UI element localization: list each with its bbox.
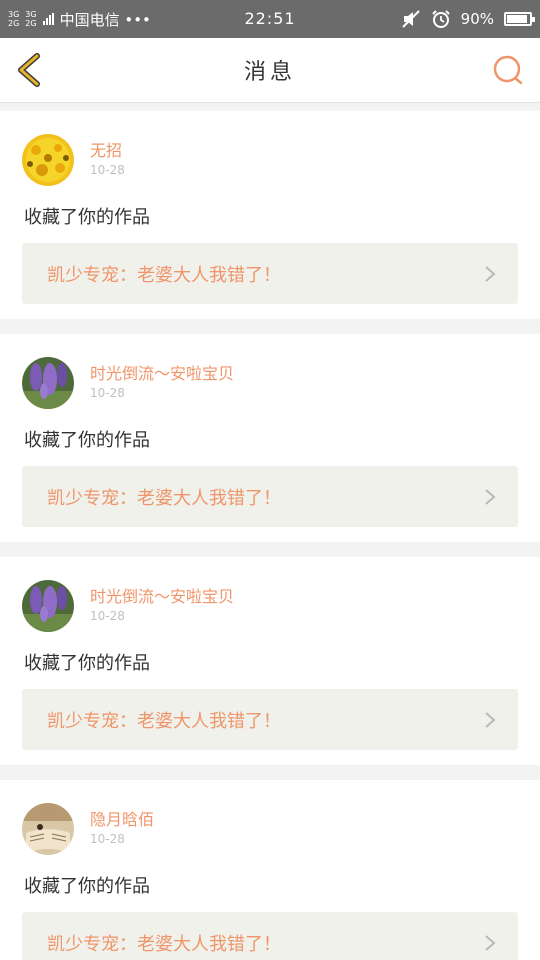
message-card[interactable]: 无招 10-28 收藏了你的作品 凯少专宠：老婆大人我错了！	[0, 111, 540, 319]
message-card[interactable]: 时光倒流～安啦宝贝 10-28 收藏了你的作品 凯少专宠：老婆大人我错了！	[0, 334, 540, 542]
search-icon	[493, 55, 523, 85]
message-card[interactable]: 隐月晗佰 10-28 收藏了你的作品 凯少专宠：老婆大人我错了！	[0, 780, 540, 960]
avatar[interactable]	[22, 803, 74, 855]
message-date: 10-28	[90, 163, 125, 177]
battery-percent: 90%	[460, 10, 494, 28]
action-text: 收藏了你的作品	[24, 876, 150, 897]
message-date: 10-28	[90, 386, 125, 400]
work-link[interactable]: 凯少专宠：老婆大人我错了！	[22, 912, 518, 960]
status-bar: 3G 2G 3G 2G 中国电信 ••• 22:51 90%	[0, 0, 540, 38]
message-date: 10-28	[90, 609, 125, 623]
mute-icon	[401, 10, 420, 28]
nav-bar: 消息	[0, 38, 540, 103]
action-text: 收藏了你的作品	[24, 653, 150, 674]
work-title: 凯少专宠：老婆大人我错了！	[47, 487, 281, 509]
alarm-icon	[431, 10, 450, 28]
network-type-bottom-2: 2G	[25, 19, 37, 28]
work-title: 凯少专宠：老婆大人我错了！	[47, 710, 281, 732]
work-link[interactable]: 凯少专宠：老婆大人我错了！	[22, 689, 518, 750]
lavender-avatar-icon	[22, 357, 74, 409]
work-title: 凯少专宠：老婆大人我错了！	[47, 933, 281, 955]
username[interactable]: 隐月晗佰	[90, 806, 154, 830]
search-button[interactable]	[490, 52, 526, 88]
back-arrow-icon	[18, 53, 40, 87]
message-date: 10-28	[90, 832, 125, 846]
avatar[interactable]	[22, 580, 74, 632]
username[interactable]: 时光倒流～安啦宝贝	[90, 583, 234, 607]
action-text: 收藏了你的作品	[24, 430, 150, 451]
network-type-bottom: 2G	[8, 19, 20, 28]
network-type-top-2: 3G	[25, 10, 37, 19]
page-title: 消息	[243, 60, 296, 85]
battery-icon	[504, 12, 535, 26]
network-indicator-2: 3G 2G	[25, 10, 36, 28]
action-text: 收藏了你的作品	[24, 207, 150, 228]
lavender-avatar-icon	[22, 580, 74, 632]
username[interactable]: 时光倒流～安啦宝贝	[90, 360, 234, 384]
message-list: 无招 10-28 收藏了你的作品 凯少专宠：老婆大人我错了！ 时光倒流～安啦宝贝…	[0, 111, 540, 960]
message-card[interactable]: 时光倒流～安啦宝贝 10-28 收藏了你的作品 凯少专宠：老婆大人我错了！	[0, 557, 540, 765]
chevron-right-icon	[485, 712, 496, 728]
network-type-top: 3G	[8, 10, 20, 19]
avatar[interactable]	[22, 134, 74, 186]
chevron-right-icon	[485, 266, 496, 282]
carrier-label: 中国电信 •••	[59, 10, 151, 29]
work-link[interactable]: 凯少专宠：老婆大人我错了！	[22, 466, 518, 527]
chevron-right-icon	[485, 935, 496, 951]
signal-icon	[42, 13, 54, 25]
book-avatar-icon	[22, 803, 74, 855]
work-title: 凯少专宠：老婆大人我错了！	[47, 264, 281, 286]
sunflower-avatar-icon	[22, 134, 74, 186]
work-link[interactable]: 凯少专宠：老婆大人我错了！	[22, 243, 518, 304]
back-button[interactable]	[10, 50, 50, 90]
chevron-right-icon	[485, 489, 496, 505]
network-indicator: 3G 2G	[8, 10, 19, 28]
avatar[interactable]	[22, 357, 74, 409]
username[interactable]: 无招	[90, 137, 122, 161]
